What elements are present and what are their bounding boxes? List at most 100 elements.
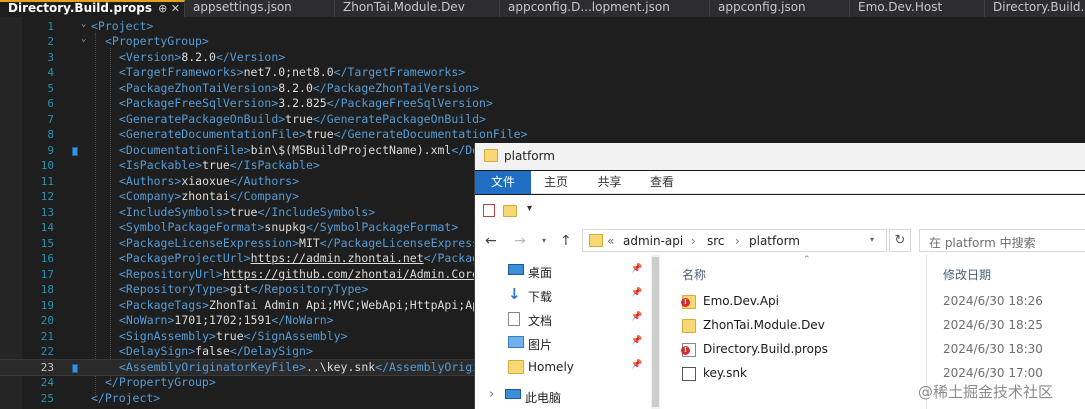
xml-tag: <IncludeSymbols> [119, 204, 230, 219]
tab-close-icon[interactable]: ⊕ ✕ [158, 2, 180, 15]
tab-label: appconfig.json [718, 0, 806, 14]
nav-item[interactable]: 文档 📌 [475, 308, 651, 330]
tab-emo-dev-host[interactable]: Emo.Dev.Host [850, 0, 985, 17]
xml-value: git [229, 282, 251, 296]
breadcrumb-separator-icon[interactable]: › [691, 234, 696, 248]
nav-item[interactable]: Homely 📌 [475, 356, 651, 378]
url-link[interactable]: https://github.com/zhontai/Admin.Core [223, 267, 479, 281]
breadcrumb-separator-icon[interactable]: › [735, 234, 740, 248]
file-row[interactable]: ! Emo.Dev.Api 2024/6/30 18:26 [681, 291, 1085, 313]
nav-item[interactable]: 此电脑 › [475, 385, 651, 407]
xml-value: true [202, 158, 230, 172]
explorer-titlebar[interactable]: platform [475, 143, 1085, 170]
code-line[interactable]: 1 ⌄ <Project> [0, 19, 480, 35]
back-arrow-icon[interactable]: ← [485, 233, 497, 249]
address-bar[interactable]: « admin-api › src › platform ▾ [582, 229, 887, 252]
code-line[interactable]: 6 <PackageFreeSqlVersion>3.2.825</Package… [0, 96, 493, 112]
xml-tag: <PropertyGroup> [105, 34, 209, 48]
code-line[interactable]: 13 <IncludeSymbols>true</IncludeSymbols> [0, 205, 480, 221]
tab-appconfig-development[interactable]: appconfig.D...lopment.json [500, 0, 710, 17]
code-line[interactable]: 24 </PropertyGroup> [0, 375, 480, 391]
recent-locations-icon[interactable]: ▾ [542, 236, 546, 245]
nav-scrollbar[interactable] [651, 255, 660, 409]
code-content: <RepositoryType>git</RepositoryType> [119, 282, 368, 298]
refresh-icon[interactable]: ↻ [889, 229, 911, 252]
scrollbar-thumb[interactable] [652, 257, 659, 407]
pin-icon[interactable]: 📌 [631, 336, 642, 346]
code-line[interactable]: 3 <Version>8.2.0</Version> [0, 50, 480, 66]
xml-tag: <RepositoryUrl> [119, 266, 223, 281]
code-line[interactable]: 20 <NoWarn>1701;1702;1591</NoWarn> [0, 313, 480, 329]
code-line[interactable]: 4 <TargetFrameworks>net7.0;net8.0</Target… [0, 65, 480, 81]
code-line[interactable]: 14 <SymbolPackageFormat>snupkg</SymbolPac… [0, 220, 480, 236]
code-content: </PropertyGroup> [105, 375, 216, 391]
xml-tag: <GenerateDocumentationFile> [119, 127, 306, 141]
url-link[interactable]: https://admin.zhontai.net [251, 251, 424, 265]
code-line[interactable]: 11 <Authors>xiaoxue</Authors> [0, 174, 480, 190]
expand-chevron-icon[interactable]: › [489, 387, 494, 402]
ribbon-tab-view[interactable]: 查看 [638, 171, 686, 194]
nav-item[interactable]: 桌面 📌 [475, 260, 651, 282]
xml-value: xiaoxue [181, 173, 230, 188]
code-line[interactable]: 16 <PackageProjectUrl>https://admin.zhont… [0, 251, 507, 267]
pin-icon[interactable]: 📌 [631, 288, 642, 298]
fold-toggle-icon[interactable]: ⌄ [81, 17, 86, 33]
tab-directory-build-props-2[interactable]: Directory.Build.p [985, 0, 1085, 17]
xml-tag: </GenerateDocumentationFile> [333, 127, 528, 141]
xml-tag: </PackageZhonTaiVersion> [312, 80, 480, 95]
code-line[interactable]: 15 <PackageLicenseExpression>MIT</Package… [0, 236, 507, 252]
pin-icon[interactable]: 📌 [631, 312, 642, 322]
up-arrow-icon[interactable]: ↑ [560, 233, 572, 249]
ribbon-tab-home[interactable]: 主页 [531, 171, 581, 194]
properties-icon[interactable] [483, 204, 495, 217]
breadcrumb-admin-api[interactable]: admin-api [623, 234, 683, 248]
column-header-name[interactable]: 名称 [682, 266, 706, 283]
line-number: 19 [40, 298, 54, 312]
breadcrumb-platform[interactable]: platform [749, 234, 800, 248]
tab-appsettings[interactable]: appsettings.json [185, 0, 335, 17]
code-line[interactable]: 9 <DocumentationFile>bin\$(MSBuildProject… [0, 142, 513, 159]
xml-tag: </NoWarn> [271, 313, 334, 327]
code-line[interactable]: 25 </Project> [0, 391, 480, 407]
tab-zhontai-module-dev[interactable]: ZhonTai.Module.Dev [335, 0, 500, 17]
code-line[interactable]: 5 <PackageZhonTaiVersion>8.2.0</PackageZh… [0, 81, 480, 97]
code-content: <PackageTags>ZhonTai Admin Api;MVC;WebAp… [119, 298, 514, 314]
breadcrumb-src[interactable]: src [707, 234, 725, 248]
xml-value: snupkg [264, 220, 306, 234]
code-line[interactable]: 17 <RepositoryUrl>https://github.com/zhon… [0, 266, 514, 283]
file-row[interactable]: ZhonTai.Module.Dev 2024/6/30 18:25 [682, 315, 1085, 337]
address-dropdown-icon[interactable]: ▾ [870, 235, 874, 244]
fold-toggle-icon[interactable]: ⌄ [81, 32, 86, 48]
code-line[interactable]: 10 <IsPackable>true</IsPackable> [0, 158, 480, 174]
ribbon-tab-share[interactable]: 共享 [581, 171, 638, 194]
code-line[interactable]: 21 <SignAssembly>true</SignAssembly> [0, 329, 480, 345]
window-title: platform [504, 149, 555, 163]
ribbon-tab-file[interactable]: 文件 [475, 171, 531, 194]
code-line[interactable]: 19 <PackageTags>ZhonTai Admin Api;MVC;Web… [0, 298, 514, 314]
xml-value: bin\$(MSBuildProjectName).xml [250, 142, 452, 157]
code-line[interactable]: 7 <GeneratePackageOnBuild>true</GenerateP… [0, 112, 486, 128]
new-folder-icon[interactable] [503, 205, 517, 217]
code-line[interactable]: 18 <RepositoryType>git</RepositoryType> [0, 282, 480, 298]
search-input[interactable]: 在 platform 中搜索 [919, 229, 1085, 252]
nav-item[interactable]: ↓ 下载 📌 [475, 284, 651, 306]
file-row[interactable]: ! Directory.Build.props 2024/6/30 18:30 [681, 339, 1085, 361]
code-line[interactable]: 22 <DelaySign>false</DelaySign> [0, 344, 480, 360]
breadcrumb-overflow[interactable]: « [607, 234, 614, 248]
xml-tag: </IsPackable> [229, 158, 320, 172]
explorer-window: platform 文件 主页 共享 查看 ▾ ← → ▾ ↑ « admin-a… [474, 143, 1085, 409]
tab-appconfig[interactable]: appconfig.json [710, 0, 850, 17]
column-header-modified[interactable]: 修改日期 [943, 266, 991, 283]
nav-item[interactable]: 图片 📌 [475, 332, 651, 354]
pin-icon[interactable]: 📌 [631, 360, 642, 370]
code-line[interactable]: 12 <Company>zhontai</Company> [0, 189, 480, 205]
tab-directory-build-props[interactable]: Directory.Build.props ⊕ ✕ [0, 0, 185, 17]
code-line[interactable]: 23 <AssemblyOriginatorKeyFile>..\key.snk<… [0, 358, 507, 376]
customize-toolbar-icon[interactable]: ▾ [527, 203, 532, 214]
forward-arrow-icon[interactable]: → [514, 233, 526, 249]
pin-icon[interactable]: 📌 [631, 264, 642, 274]
line-number: 12 [40, 190, 54, 203]
code-line[interactable]: 8 <GenerateDocumentationFile>true</Genera… [0, 127, 527, 143]
line-number: 23 [40, 360, 54, 374]
code-line[interactable]: 2 ⌄ <PropertyGroup> [0, 34, 480, 50]
